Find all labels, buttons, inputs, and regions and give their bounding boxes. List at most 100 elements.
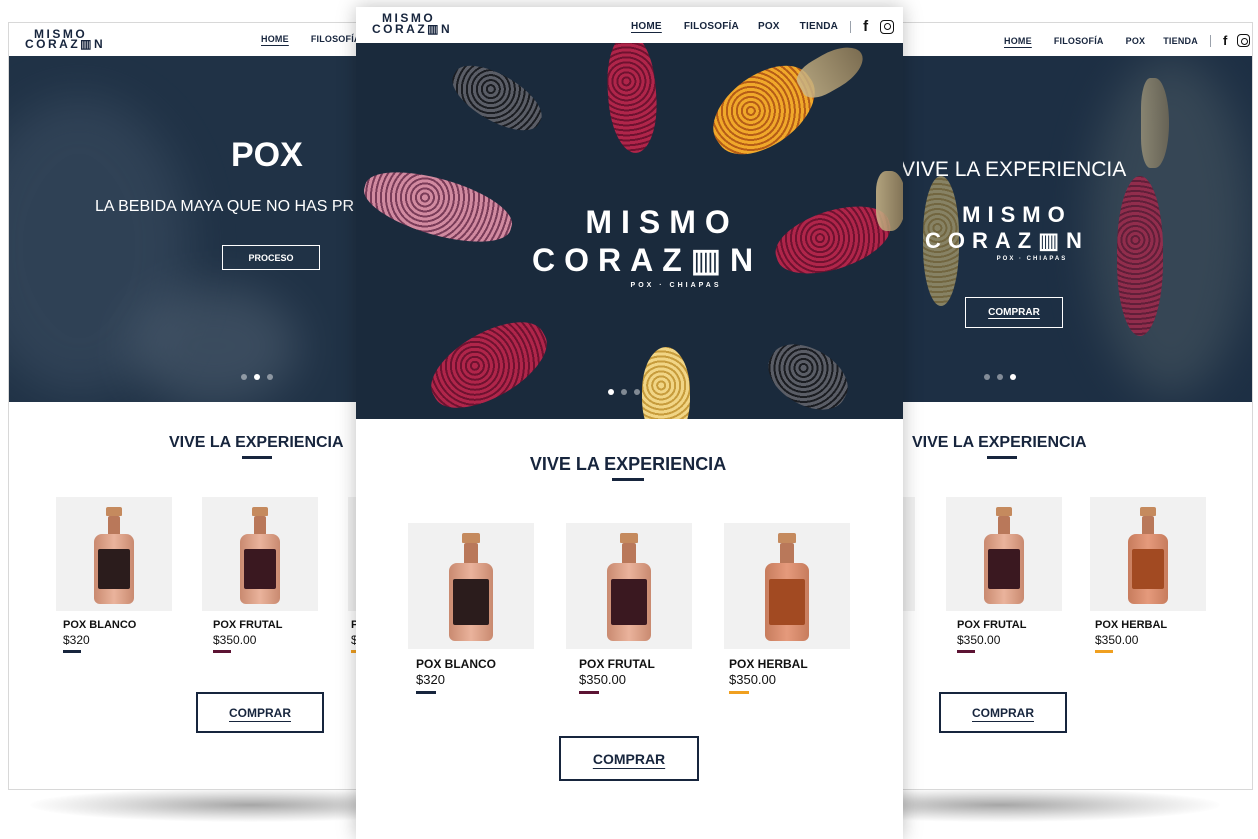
product-image[interactable] — [202, 497, 318, 611]
instagram-icon[interactable] — [1237, 34, 1251, 47]
comprar-button[interactable]: COMPRAR — [939, 692, 1067, 733]
hero-subtitle: LA BEBIDA MAYA QUE NO HAS PR — [95, 198, 355, 215]
comprar-button[interactable]: COMPRAR — [559, 736, 699, 781]
product-image[interactable] — [946, 497, 1062, 611]
product-price: $350.00 — [579, 672, 626, 687]
facebook-icon[interactable]: f — [863, 18, 868, 35]
product-color-bar — [416, 691, 436, 694]
section-underline — [987, 456, 1017, 459]
carousel-dots — [608, 389, 640, 395]
nav-home[interactable]: HOME — [631, 21, 662, 32]
bottle-illustration — [92, 507, 136, 605]
product-price: $320 — [63, 633, 90, 647]
corn-cob-image — [642, 347, 690, 419]
hero-brand-logo: MISMO CORAZ▥N POX · CHIAPAS — [925, 202, 1089, 264]
nav-tienda[interactable]: TIENDA — [1163, 36, 1198, 46]
product-color-bar — [579, 691, 599, 694]
carousel-dot[interactable] — [621, 389, 627, 395]
product-name[interactable]: POX BLANCO — [416, 657, 496, 671]
corn-cob-image — [443, 53, 551, 143]
product-image[interactable] — [724, 523, 850, 649]
corn-husk-image — [1141, 78, 1169, 168]
nav-pox[interactable]: POX — [758, 21, 780, 32]
product-name[interactable]: POX HERBAL — [1095, 619, 1167, 631]
product-image[interactable] — [566, 523, 692, 649]
product-name[interactable]: POX FRUTAL — [213, 619, 282, 631]
comprar-label: COMPRAR — [592, 750, 666, 767]
nav-home[interactable]: HOME — [261, 34, 289, 44]
corn-husk-image — [876, 171, 903, 231]
product-price: $350.00 — [957, 633, 1001, 647]
carousel-dot-active[interactable] — [608, 389, 614, 395]
corn-cob-image — [1117, 176, 1163, 336]
logo-line-2: CORAZ▥N — [925, 228, 1089, 253]
carousel-dot-active[interactable] — [254, 374, 260, 380]
carousel-dot[interactable] — [241, 374, 247, 380]
brand-logo[interactable]: MISMO CORAZ▥N — [25, 28, 106, 51]
hero-title: VIVE LA EXPERIENCIA — [901, 158, 1127, 181]
nav-separator — [1209, 34, 1211, 47]
product-name[interactable]: POX FRUTAL — [957, 619, 1026, 631]
corn-cob-image — [418, 305, 560, 419]
center-page-mockup: MISMO CORAZ▥N HOME FILOSOFÍA POX TIENDA … — [356, 7, 903, 839]
brand-logo[interactable]: MISMO CORAZ▥N — [372, 12, 453, 36]
carousel-dot[interactable] — [267, 374, 273, 380]
hero-carousel: MISMO CORAZ▥N POX · CHIAPAS — [356, 43, 903, 419]
main-nav: HOME FILOSOFÍA POX TIENDA f — [631, 18, 895, 35]
logo-line-1: MISMO — [585, 204, 739, 240]
hero-photo-texture — [1091, 56, 1251, 396]
bottle-illustration — [447, 533, 495, 643]
hero-brand-logo: MISMO CORAZ▥N POX · CHIAPAS — [532, 203, 762, 293]
product-image[interactable] — [56, 497, 172, 611]
section-underline — [612, 478, 644, 481]
carousel-dot-active[interactable] — [1010, 374, 1016, 380]
carousel-dot[interactable] — [984, 374, 990, 380]
nav-tienda[interactable]: TIENDA — [800, 21, 838, 32]
facebook-icon[interactable]: f — [1223, 33, 1227, 48]
product-color-bar — [213, 650, 231, 653]
bottle-illustration — [1126, 507, 1170, 605]
logo-tagline: POX · CHIAPAS — [996, 256, 1068, 262]
nav-filosofia[interactable]: FILOSOFÍA — [311, 34, 361, 44]
corn-cob-image — [757, 331, 859, 419]
product-price: $350.00 — [1095, 633, 1139, 647]
comprar-label: COMPRAR — [229, 705, 291, 720]
section-title: VIVE LA EXPERIENCIA — [529, 454, 727, 474]
proceso-button[interactable]: PROCESO — [222, 245, 320, 270]
corn-cob-image — [357, 159, 519, 255]
hero-comprar-button[interactable]: COMPRAR — [965, 297, 1063, 328]
nav-separator — [850, 20, 852, 33]
carousel-dot[interactable] — [634, 389, 640, 395]
product-color-bar — [63, 650, 81, 653]
nav-filosofia[interactable]: FILOSOFÍA — [1054, 36, 1104, 46]
bottle-illustration — [763, 533, 811, 643]
product-image[interactable] — [1090, 497, 1206, 611]
logo-tagline: POX · CHIAPAS — [630, 282, 722, 289]
product-name[interactable]: POX HERBAL — [729, 657, 808, 671]
section-underline — [242, 456, 272, 459]
comprar-button[interactable]: COMPRAR — [196, 692, 324, 733]
nav-filosofia[interactable]: FILOSOFÍA — [684, 21, 739, 32]
main-nav: HOME FILOSOFÍA POX TIENDA f — [1004, 33, 1251, 48]
instagram-icon[interactable] — [880, 19, 895, 34]
nav-pox[interactable]: POX — [1126, 36, 1146, 46]
carousel-dots — [241, 374, 273, 380]
hero-title: POX — [231, 136, 303, 174]
carousel-dot[interactable] — [997, 374, 1003, 380]
product-name[interactable]: POX BLANCO — [63, 619, 136, 631]
product-image[interactable] — [408, 523, 534, 649]
bottle-illustration — [605, 533, 653, 643]
product-price: $350.00 — [213, 633, 257, 647]
mockup-stage: MISMO CORAZ▥N HOME FILOSOFÍA POX LA BEBI… — [0, 0, 1258, 839]
site-header: MISMO CORAZ▥N HOME FILOSOFÍA POX TIENDA … — [356, 7, 903, 43]
logo-line-1: MISMO — [962, 202, 1072, 227]
logo-line-2: CORAZ▥N — [25, 37, 106, 51]
section-title: VIVE LA EXPERIENCIA — [912, 434, 1087, 451]
logo-line-2: CORAZ▥N — [372, 22, 453, 36]
product-color-bar — [957, 650, 975, 653]
logo-line-2: CORAZ▥N — [532, 242, 763, 278]
product-name[interactable]: POX FRUTAL — [579, 657, 655, 671]
nav-home[interactable]: HOME — [1004, 36, 1032, 46]
bottle-illustration — [238, 507, 282, 605]
product-price: $350.00 — [729, 672, 776, 687]
